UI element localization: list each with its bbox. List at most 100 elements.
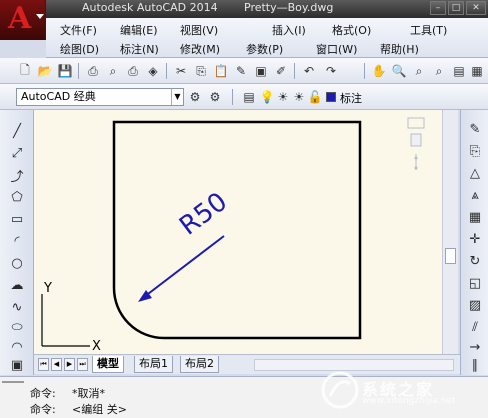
line-icon[interactable]: ╱ [8, 122, 26, 140]
menu-edit[interactable]: 编辑(E) [120, 22, 158, 38]
stretch-icon[interactable]: ▨ [466, 296, 484, 314]
layer-color-swatch [326, 92, 336, 102]
last-tab-icon[interactable]: ⏭ [77, 358, 88, 371]
publish-icon[interactable]: ⎙ [124, 62, 142, 80]
extend-icon[interactable]: → [466, 338, 484, 356]
autocad-logo-icon: A [8, 1, 32, 36]
offset-icon[interactable]: ⩓ [466, 186, 484, 204]
scale-icon[interactable]: ◱ [466, 274, 484, 292]
array-icon[interactable]: ▦ [466, 208, 484, 226]
menu-file[interactable]: 文件(F) [60, 22, 97, 38]
save-icon[interactable]: 💾 [56, 62, 74, 80]
application-menu-button[interactable]: A [0, 0, 46, 40]
title-bar: Autodesk AutoCAD 2014 Pretty—Boy.dwg – □… [0, 0, 488, 18]
design-center-icon[interactable]: ▦ [468, 62, 486, 80]
zoom-realtime-icon[interactable]: 🔍 [390, 62, 408, 80]
standard-toolbar: 🗋 📂 💾 ⎙ ⌕ ⎙ ◈ ✂ ⎘ 📋 ✎ ▣ ✐ ↶ ↷ ✋ 🔍 ⌕ ⌕ ▤ … [0, 58, 488, 84]
layer-properties-icon[interactable]: ▤ [240, 88, 258, 106]
tab-layout1[interactable]: 布局1 [134, 356, 173, 373]
menu-modify[interactable]: 修改(M) [180, 41, 220, 57]
menu-dimension[interactable]: 标注(N) [120, 41, 159, 57]
first-tab-icon[interactable]: ⏮ [38, 358, 49, 371]
workspace-settings-icon[interactable]: ⚙ [186, 88, 204, 106]
pan-icon[interactable]: ✋ [370, 62, 388, 80]
ucs-y-label: Y [43, 281, 52, 296]
drawing-svg: R50 Y X [41, 117, 425, 354]
viewcube-icon [407, 117, 425, 129]
polygon-icon[interactable]: ⬠ [8, 188, 26, 206]
menu-draw[interactable]: 绘图(D) [60, 41, 99, 57]
rectangle-icon[interactable]: ▭ [8, 210, 26, 228]
workspace-select[interactable]: AutoCAD 经典 ▼ [16, 88, 184, 106]
insert-block-icon[interactable]: ▣ [8, 356, 26, 374]
plot-icon[interactable]: ⎙ [84, 62, 102, 80]
menu-help[interactable]: 帮助(H) [380, 41, 419, 57]
revision-cloud-icon[interactable]: ☁ [8, 276, 26, 294]
tab-layout2[interactable]: 布局2 [180, 356, 219, 373]
menu-tools[interactable]: 工具(T) [410, 22, 447, 38]
maximize-icon[interactable]: □ [448, 1, 464, 15]
layer-lock-icon[interactable]: 🔓 [306, 88, 324, 106]
construction-line-icon[interactable]: ⤢ [8, 144, 26, 162]
menu-format[interactable]: 格式(O) [332, 22, 371, 38]
workspace-toolbar: AutoCAD 经典 ▼ ⚙ ⚙ ▤ 💡 ☀ ☀ 🔓 标注 [0, 84, 488, 110]
zoom-previous-icon[interactable]: ⌕ [430, 62, 448, 80]
modify-toolbar: ✎ ⎘ △ ⩓ ▦ ✛ ↻ ◱ ▨ ⫽ → ∥ [460, 110, 488, 375]
mirror-icon[interactable]: △ [466, 164, 484, 182]
circle-icon[interactable]: ○ [8, 254, 26, 272]
cut-icon[interactable]: ✂ [172, 62, 190, 80]
block-editor-icon[interactable]: ▣ [252, 62, 270, 80]
brush-icon[interactable]: ✐ [272, 62, 290, 80]
redo-icon[interactable]: ↷ [322, 62, 340, 80]
dimension-text[interactable]: R50 [174, 187, 233, 242]
vertical-scrollbar[interactable] [442, 110, 458, 354]
undo-icon[interactable]: ↶ [300, 62, 318, 80]
arc-icon[interactable]: ◜ [8, 232, 26, 250]
chevron-down-icon [36, 14, 44, 19]
copy-icon[interactable]: ⎘ [192, 62, 210, 80]
command-line-grip[interactable] [2, 381, 24, 383]
rotate-icon[interactable]: ↻ [466, 252, 484, 270]
ucs-x-label: X [92, 339, 101, 354]
command-output: *取消* [72, 387, 105, 400]
move-icon[interactable]: ✛ [466, 230, 484, 248]
3d-dwf-icon[interactable]: ◈ [144, 62, 162, 80]
command-prompt: 命令: [30, 387, 56, 400]
erase-icon[interactable]: ✎ [466, 120, 484, 138]
menu-window[interactable]: 窗口(W) [316, 41, 357, 57]
prev-tab-icon[interactable]: ◀ [51, 358, 62, 371]
match-properties-icon[interactable]: ✎ [232, 62, 250, 80]
command-output: <编组 关> [72, 403, 127, 416]
current-layer-label[interactable]: 标注 [340, 90, 362, 106]
gear-icon[interactable]: ⚙ [206, 88, 224, 106]
ellipse-icon[interactable]: ⬭ [8, 318, 26, 336]
drawing-canvas[interactable]: R50 Y X [34, 110, 442, 354]
menu-parametric[interactable]: 参数(P) [246, 41, 283, 57]
ellipse-arc-icon[interactable]: ◠ [8, 338, 26, 356]
vertical-scrollbar-thumb[interactable] [445, 248, 456, 264]
paste-icon[interactable]: 📋 [212, 62, 230, 80]
plot-preview-icon[interactable]: ⌕ [104, 62, 122, 80]
menu-insert[interactable]: 插入(I) [272, 22, 306, 38]
workspace-select-value: AutoCAD 经典 [21, 90, 96, 103]
trim-icon[interactable]: ⫽ [466, 318, 484, 336]
chevron-down-icon: ▼ [171, 89, 183, 105]
app-title: Autodesk AutoCAD 2014 [82, 1, 218, 14]
polyline-icon[interactable]: ⤴ [8, 166, 26, 185]
new-file-icon[interactable]: 🗋 [16, 62, 34, 80]
spline-icon[interactable]: ∿ [8, 298, 26, 316]
copy-icon[interactable]: ⎘ [466, 142, 484, 160]
zoom-window-icon[interactable]: ⌕ [410, 62, 428, 80]
tab-model[interactable]: 模型 [92, 356, 124, 373]
dimension-leader-line [143, 235, 225, 298]
watermark-logo-icon [321, 371, 359, 409]
watermark-url: www.xitongzhijia.net [362, 396, 456, 406]
close-icon[interactable]: ✕ [466, 1, 486, 15]
open-folder-icon[interactable]: 📂 [36, 62, 54, 80]
next-tab-icon[interactable]: ▶ [64, 358, 75, 371]
menu-view[interactable]: 视图(V) [180, 22, 218, 38]
minimize-icon[interactable]: – [430, 1, 446, 15]
rounded-rectangle-shape [112, 120, 362, 340]
watermark: 系统之家 www.xitongzhijia.net [318, 366, 484, 412]
properties-icon[interactable]: ▤ [450, 62, 468, 80]
